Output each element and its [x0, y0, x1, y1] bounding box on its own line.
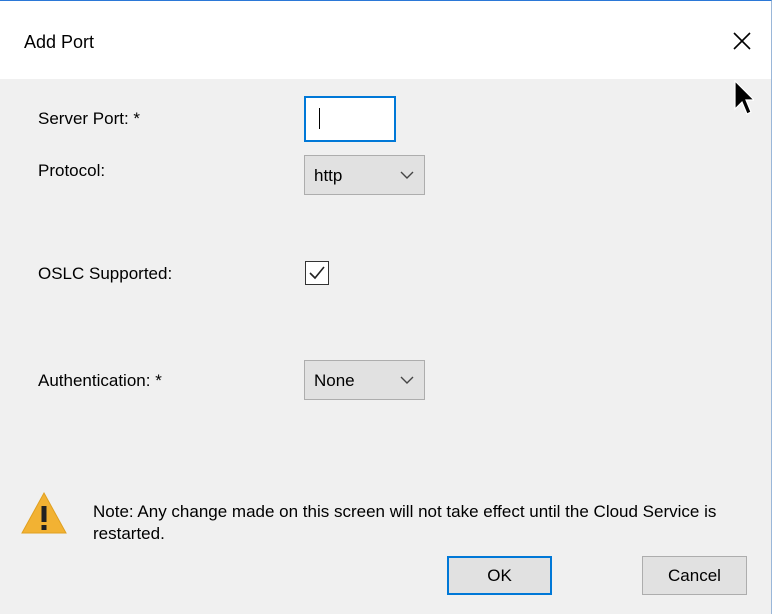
server-port-input[interactable] — [304, 96, 396, 142]
authentication-select[interactable]: None — [304, 360, 425, 400]
chevron-down-icon — [400, 376, 414, 384]
warning-icon — [21, 491, 67, 534]
ok-button[interactable]: OK — [447, 556, 552, 595]
protocol-select[interactable]: http — [304, 155, 425, 195]
protocol-label: Protocol: — [38, 161, 106, 180]
dialog-title: Add Port — [24, 32, 95, 52]
add-port-dialog: Add Port Server Port: * Protocol: http O… — [0, 0, 772, 614]
dialog-titlebar: Add Port — [0, 1, 771, 79]
close-icon — [733, 32, 751, 50]
restart-note: Note: Any change made on this screen wil… — [93, 502, 717, 543]
authentication-selected-value: None — [314, 371, 355, 390]
authentication-label: Authentication: * — [38, 371, 162, 390]
server-port-label: Server Port: * — [38, 109, 141, 128]
mouse-pointer-icon — [734, 80, 754, 115]
checkmark-icon — [309, 266, 325, 280]
protocol-selected-value: http — [314, 166, 343, 185]
cancel-button[interactable]: Cancel — [642, 556, 747, 595]
text-caret — [319, 108, 320, 129]
oslc-supported-label: OSLC Supported: — [38, 264, 173, 283]
oslc-supported-checkbox[interactable] — [305, 261, 329, 285]
chevron-down-icon — [400, 171, 414, 179]
close-button[interactable] — [718, 21, 766, 61]
